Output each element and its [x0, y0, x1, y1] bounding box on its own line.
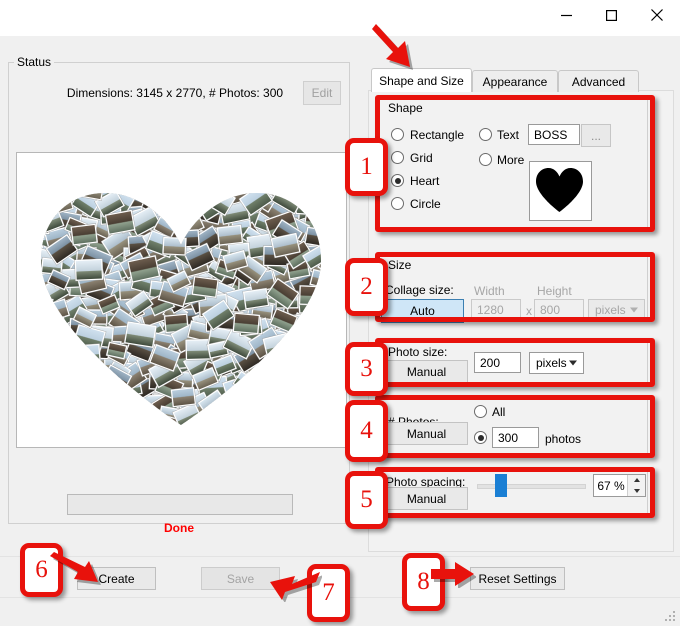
- collage-size-label: Collage size:: [385, 283, 454, 297]
- label-rectangle: Rectangle: [410, 128, 465, 142]
- photo-spacing-slider-thumb[interactable]: [495, 474, 507, 497]
- badge-2: 2: [345, 258, 388, 316]
- annotation-arrow-to-save: [270, 572, 322, 602]
- chevron-down-icon: [569, 360, 577, 366]
- width-input[interactable]: 1280: [471, 299, 521, 321]
- photo-spacing-value: 67 %: [597, 478, 625, 493]
- badge-4: 4: [345, 400, 388, 462]
- radio-text[interactable]: [479, 128, 492, 141]
- height-label: Height: [537, 284, 572, 298]
- status-group-title: Status: [14, 55, 55, 69]
- shape-preview: [529, 161, 592, 221]
- tab-advanced[interactable]: Advanced: [558, 70, 639, 92]
- height-input[interactable]: 800: [534, 299, 584, 321]
- badge-3: 3: [345, 342, 388, 396]
- shape-text-input[interactable]: BOSS: [528, 124, 580, 145]
- badge-1: 1: [345, 138, 388, 196]
- photo-size-mode-button[interactable]: Manual: [385, 360, 468, 383]
- shape-group-title: Shape: [385, 101, 426, 115]
- photo-size-input[interactable]: 200: [474, 352, 521, 373]
- collage-preview[interactable]: [16, 152, 347, 448]
- title-bar: [0, 0, 680, 36]
- photo-spacing-spinner[interactable]: 67 %: [593, 474, 646, 497]
- tab-appearance[interactable]: Appearance: [472, 70, 558, 92]
- annotation-arrow-to-create: [50, 552, 101, 585]
- badge-5: 5: [345, 471, 388, 529]
- photo-size-units-select[interactable]: pixels: [529, 352, 584, 374]
- reset-settings-button[interactable]: Reset Settings: [470, 567, 565, 590]
- resize-grip[interactable]: [665, 611, 677, 623]
- radio-grid[interactable]: [391, 151, 404, 164]
- photos-suffix-label: photos: [545, 432, 582, 446]
- spinner-up-icon[interactable]: [628, 475, 645, 485]
- dimensions-text: Dimensions: 3145 x 2770, # Photos: 300: [66, 86, 284, 100]
- radio-photo-count[interactable]: [474, 431, 487, 444]
- spinner-buttons[interactable]: [627, 475, 645, 496]
- photo-spacing-mode-button[interactable]: Manual: [385, 487, 468, 510]
- radio-heart[interactable]: [391, 174, 404, 187]
- label-grid: Grid: [410, 151, 433, 165]
- progress-bar: [67, 494, 293, 515]
- label-all-photos: All: [492, 405, 506, 419]
- heart-icon: [536, 168, 583, 212]
- radio-all-photos[interactable]: [474, 405, 487, 418]
- shape-text-browse-button[interactable]: ...: [581, 124, 611, 147]
- width-label: Width: [474, 284, 505, 298]
- label-heart: Heart: [410, 174, 440, 188]
- minimize-button[interactable]: [543, 0, 589, 30]
- times-label: x: [526, 304, 532, 318]
- radio-more[interactable]: [479, 153, 492, 166]
- spinner-down-icon[interactable]: [628, 486, 645, 496]
- close-button[interactable]: [634, 0, 680, 30]
- photo-size-units-value: pixels: [536, 356, 567, 370]
- photo-spacing-slider-track[interactable]: [477, 484, 586, 489]
- label-circle: Circle: [410, 197, 441, 211]
- size-units-select[interactable]: pixels: [588, 299, 645, 321]
- annotation-arrow-to-tab: [372, 24, 413, 70]
- radio-rectangle[interactable]: [391, 128, 404, 141]
- size-group-title: Size: [385, 258, 415, 272]
- annotation-arrow-to-reset: [431, 562, 476, 588]
- collage-size-mode-button[interactable]: Auto: [381, 299, 464, 323]
- status-text: Done: [164, 521, 194, 535]
- maximize-button[interactable]: [588, 0, 634, 30]
- num-photos-mode-button[interactable]: Manual: [385, 422, 468, 445]
- label-more: More: [497, 153, 525, 167]
- label-text: Text: [497, 128, 520, 142]
- heart-collage-image: [17, 153, 346, 447]
- edit-button[interactable]: Edit: [303, 81, 341, 105]
- size-units-value: pixels: [595, 303, 626, 317]
- radio-circle[interactable]: [391, 197, 404, 210]
- chevron-down-icon: [630, 307, 638, 313]
- photo-count-input[interactable]: 300: [492, 427, 539, 448]
- photo-size-label: Photo size:: [388, 345, 448, 359]
